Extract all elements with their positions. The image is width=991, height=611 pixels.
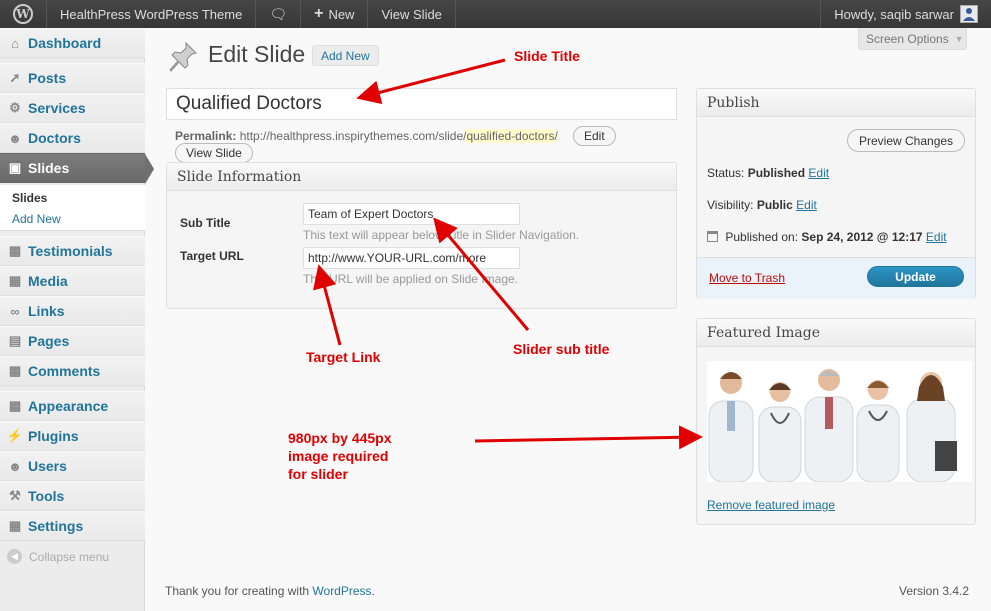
footer-thanks-suffix: . — [371, 584, 375, 598]
wordpress-link[interactable]: WordPress — [312, 584, 371, 598]
slide-title-arrow — [356, 58, 506, 105]
annotation-image-size-line1: 980px by 445px — [288, 430, 392, 446]
image-size-arrow — [474, 425, 703, 450]
footer-thanks: Thank you for creating with WordPress. — [165, 584, 375, 598]
annotation-image-size-line3: for slider — [288, 466, 348, 482]
footer-thanks-prefix: Thank you for creating with — [165, 584, 313, 598]
annotation-arrows — [313, 58, 703, 450]
slider-sub-title-arrow — [433, 217, 530, 331]
annotation-slider-sub-title: Slider sub title — [513, 341, 610, 357]
footer-version: Version 3.4.2 — [899, 584, 970, 598]
target-link-arrow — [313, 264, 342, 346]
annotation-target-link: Target Link — [306, 349, 381, 365]
annotation-image-size-line2: image required — [288, 448, 389, 464]
annotation-slide-title: Slide Title — [514, 48, 580, 64]
